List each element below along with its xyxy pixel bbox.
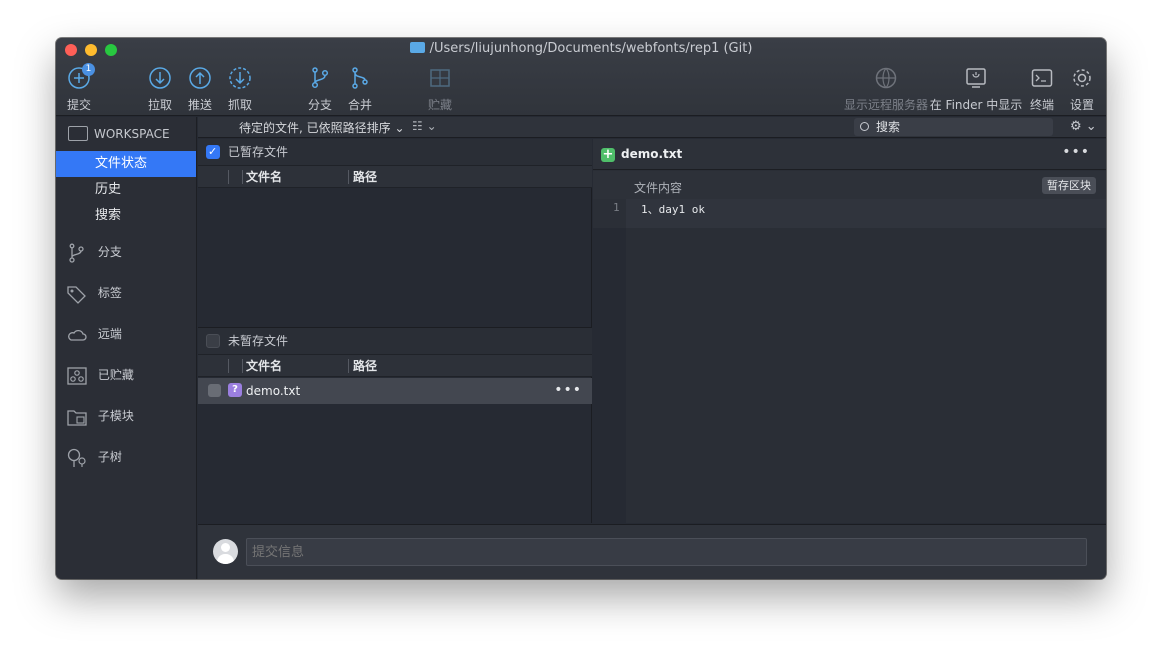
file-list-pane: 已暂存文件 文件名 路径 未暂存文件 文件名 路径 ? demo.txt ••• xyxy=(198,139,592,523)
gear-icon: ⚙ xyxy=(1070,119,1082,134)
sidebar-group-stashes[interactable]: 已贮藏 xyxy=(66,363,191,387)
file-stage-checkbox[interactable] xyxy=(208,384,221,397)
sidebar-group-branches[interactable]: 分支 xyxy=(66,240,191,264)
commit-count-badge: 1 xyxy=(82,63,95,76)
stash-icon xyxy=(430,69,450,87)
window-title: /Users/liujunhong/Documents/webfonts/rep… xyxy=(56,41,1106,56)
monitor-icon xyxy=(68,126,88,141)
settings-button[interactable]: 设置 xyxy=(1052,66,1106,113)
column-path[interactable]: 路径 xyxy=(353,355,377,377)
globe-icon xyxy=(875,67,897,89)
hunk-label: 文件内容 xyxy=(634,181,683,195)
pull-arrow-icon xyxy=(149,67,171,89)
sidebar-group-subtrees[interactable]: 子树 xyxy=(66,445,191,469)
file-row[interactable]: ? demo.txt ••• xyxy=(198,378,592,404)
list-icon: ☷ xyxy=(412,119,423,133)
cloud-icon xyxy=(68,329,87,341)
line-gutter-cell xyxy=(593,199,626,228)
push-arrow-icon xyxy=(189,67,211,89)
column-divider xyxy=(228,170,229,184)
filter-bar: 待定的文件, 已依照路径排序 ⌄ ☷ ⌄ 搜索 ⚙ ⌄ xyxy=(198,117,1106,138)
stage-all-checkbox[interactable] xyxy=(206,139,220,165)
hunk-header: 文件内容 暂存区块 xyxy=(593,171,1106,199)
sort-dropdown[interactable]: 待定的文件, 已依照路径排序 ⌄ xyxy=(239,119,405,136)
sidebar-group-tags[interactable]: 标签 xyxy=(66,281,191,305)
column-divider xyxy=(348,359,349,373)
column-path[interactable]: 路径 xyxy=(353,166,377,188)
fetch-arrow-icon xyxy=(229,67,251,89)
diff-file-name: demo.txt xyxy=(621,147,683,161)
finder-icon xyxy=(966,68,986,88)
staged-files-header: 已暂存文件 xyxy=(198,139,592,165)
tree-icon xyxy=(67,448,86,467)
commit-bar xyxy=(198,524,1106,579)
column-divider xyxy=(242,359,243,373)
sidebar-item-file-status[interactable]: 文件状态 xyxy=(56,151,196,177)
untracked-question-icon: ? xyxy=(228,383,242,397)
submodule-folder-icon xyxy=(67,409,87,426)
list-view-toggle[interactable]: ☷ ⌄ xyxy=(412,119,437,133)
commit-message-input[interactable] xyxy=(246,538,1087,566)
chevron-down-icon: ⌄ xyxy=(1085,119,1097,134)
diff-header: + demo.txt ••• xyxy=(593,139,1106,170)
sidebar-item-history[interactable]: 历史 xyxy=(56,177,196,203)
app-window: /Users/liujunhong/Documents/webfonts/rep… xyxy=(56,38,1106,579)
column-divider xyxy=(228,359,229,373)
unstaged-column-header: 文件名 路径 xyxy=(198,354,592,377)
folder-icon xyxy=(409,42,425,53)
column-filename[interactable]: 文件名 xyxy=(246,166,282,188)
tag-icon xyxy=(67,285,86,304)
stage-hunk-button[interactable]: 暂存区块 xyxy=(1042,177,1096,194)
sidebar-group-submodules[interactable]: 子模块 xyxy=(66,404,191,428)
column-filename[interactable]: 文件名 xyxy=(246,355,282,377)
commit-button[interactable]: 1 提交 xyxy=(56,63,109,113)
diff-pane: + demo.txt ••• 文件内容 暂存区块 1 1、day1 ok xyxy=(593,139,1106,523)
search-icon xyxy=(860,122,869,131)
branch-icon xyxy=(69,243,84,263)
merge-icon xyxy=(352,67,368,89)
unstage-all-checkbox[interactable] xyxy=(206,334,220,348)
gear-icon xyxy=(1073,69,1091,87)
show-remote-button[interactable]: 显示远程服务器 xyxy=(836,66,936,113)
fetch-button[interactable]: 抓取 xyxy=(210,66,270,113)
line-gutter xyxy=(593,199,626,523)
more-options-icon[interactable]: ••• xyxy=(554,377,582,403)
diff-line[interactable]: 1 1、day1 ok xyxy=(593,199,1106,228)
title-bar: /Users/liujunhong/Documents/webfonts/rep… xyxy=(56,38,1106,116)
sidebar: WORKSPACE 文件状态 历史 搜索 分支 标签 远端 已贮藏 子模块 子树 xyxy=(56,117,197,579)
sidebar-item-search[interactable]: 搜索 xyxy=(56,203,196,229)
show-in-finder-button[interactable]: 在 Finder 中显示 xyxy=(926,66,1026,113)
search-input[interactable]: 搜索 xyxy=(854,118,1053,136)
avatar xyxy=(213,539,238,564)
branch-icon xyxy=(311,67,329,89)
stash-button[interactable]: 贮藏 xyxy=(410,66,470,113)
more-options-icon[interactable]: ••• xyxy=(1062,144,1090,160)
added-file-icon: + xyxy=(601,147,615,162)
chevron-down-icon: ⌄ xyxy=(394,121,405,135)
column-divider xyxy=(348,170,349,184)
unstaged-files-header: 未暂存文件 xyxy=(198,328,592,354)
stash-icon xyxy=(67,366,87,385)
workspace-header: WORKSPACE xyxy=(68,126,170,141)
column-divider xyxy=(242,170,243,184)
line-number: 1 xyxy=(613,201,620,214)
line-text: 1、day1 ok xyxy=(641,203,705,216)
merge-button[interactable]: 合并 xyxy=(330,66,390,113)
options-menu-button[interactable]: ⚙ ⌄ xyxy=(1070,119,1097,134)
sidebar-group-remotes[interactable]: 远端 xyxy=(66,322,191,346)
staged-column-header: 文件名 路径 xyxy=(198,165,592,188)
file-name: demo.txt xyxy=(246,384,301,398)
chevron-down-icon: ⌄ xyxy=(426,119,437,133)
terminal-icon xyxy=(1031,69,1053,87)
